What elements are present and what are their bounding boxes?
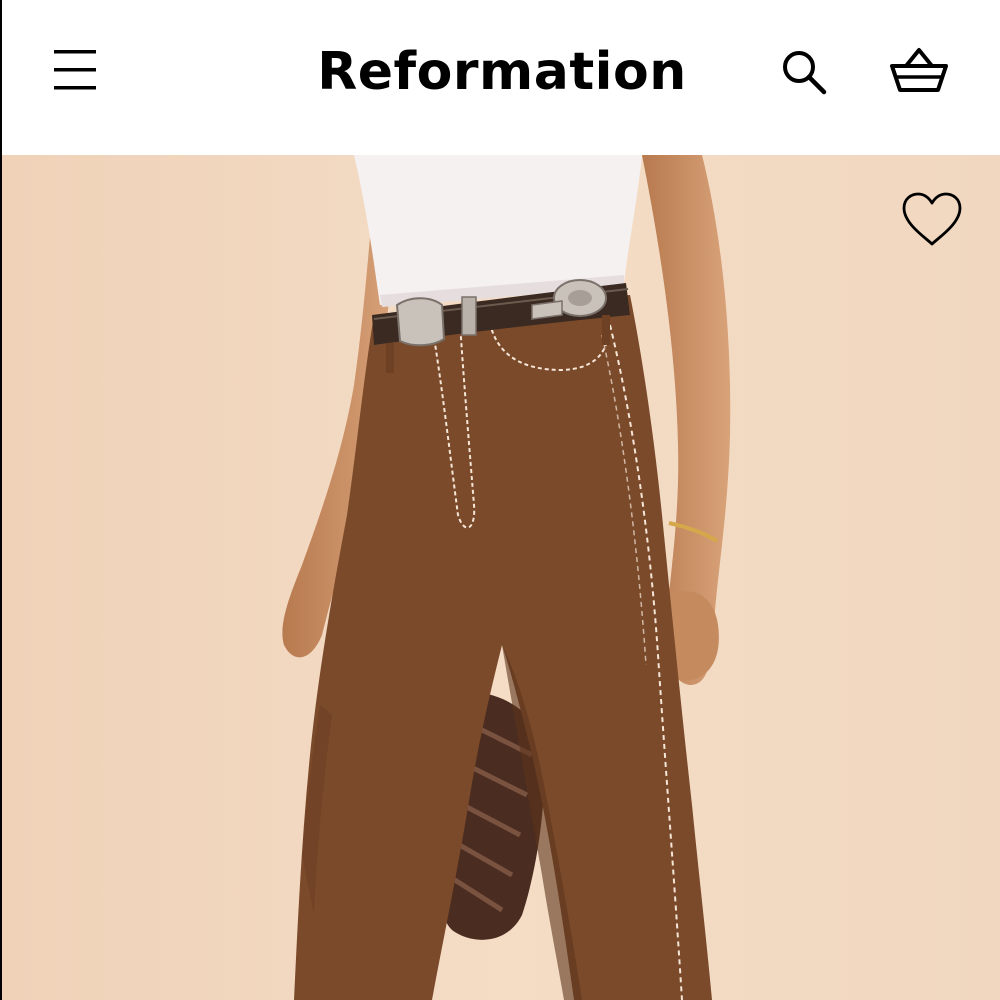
brand-logo[interactable]: Reformation: [252, 38, 752, 106]
hamburger-menu-icon: [54, 50, 96, 90]
menu-button[interactable]: [52, 46, 100, 94]
favorite-button[interactable]: [898, 190, 966, 250]
search-button[interactable]: [778, 46, 828, 96]
shopping-basket-icon: [890, 48, 948, 92]
product-photo: [2, 155, 1000, 1000]
search-icon: [783, 51, 827, 95]
heart-outline-icon: [902, 192, 962, 246]
top-nav-bar: Reformation: [2, 0, 1000, 155]
shopping-bag-button[interactable]: [888, 44, 950, 98]
app-screen: Reformation: [0, 0, 1000, 1000]
product-image[interactable]: [2, 155, 1000, 1000]
